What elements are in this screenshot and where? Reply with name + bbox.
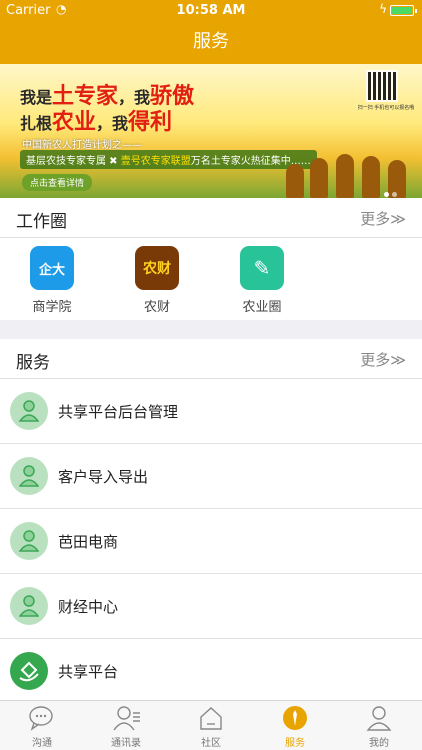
list-item[interactable]: 芭田电商 (0, 509, 422, 574)
banner-line-2: 扎根农业，我得利 (20, 110, 173, 135)
list-item[interactable]: 共享平台 (0, 639, 422, 704)
tab-label: 我的 (369, 738, 389, 749)
banner-cta-button[interactable]: 点击查看详情 (22, 174, 93, 191)
tab-label: 服务 (285, 738, 305, 749)
service-icon (282, 705, 308, 731)
carousel-indicator[interactable] (384, 182, 400, 198)
tab-service[interactable]: 服务 (265, 705, 325, 749)
note-edit-icon: ✎ (240, 246, 284, 290)
services-header: 服务 更多≫ (0, 339, 422, 379)
tab-community[interactable]: 社区 (181, 705, 241, 749)
grid-item-label: 农财 (143, 300, 170, 315)
user-avatar-icon (10, 457, 48, 495)
grid-item-label: 商学院 (32, 300, 72, 315)
business-school-icon: 企大 (30, 246, 74, 290)
list-item[interactable]: 共享平台后台管理 (0, 379, 422, 444)
promo-banner[interactable]: 我是土专家，我骄傲 扎根农业，我得利 中国新农人打造计划之—— 基层农技专家专属… (0, 64, 422, 198)
grid-item-agri-circle[interactable]: ✎ 农业圈 (227, 246, 297, 315)
list-item-label: 共享平台 (58, 663, 119, 681)
list-item[interactable]: 客户导入导出 (0, 444, 422, 509)
profile-icon (366, 705, 392, 731)
services-title: 服务 (16, 353, 50, 373)
tab-bar: 沟通 通讯录 社区 服务 我的 (0, 700, 422, 750)
status-time: 10:58 AM (176, 3, 246, 18)
user-avatar-icon (10, 587, 48, 625)
contacts-icon (113, 705, 140, 731)
charging-icon: ϟ (379, 2, 387, 16)
community-icon (198, 705, 224, 731)
grid-item-business-school[interactable]: 企大 商学院 (17, 246, 87, 315)
work-circle-more-link[interactable]: 更多≫ (360, 208, 406, 229)
list-item-label: 共享平台后台管理 (58, 403, 179, 421)
tab-label: 沟通 (32, 738, 52, 749)
qr-caption: 扫一扫 手机也可以报名哦 (357, 105, 415, 111)
list-item-label: 客户导入导出 (58, 468, 149, 486)
banner-line-4: 基层农技专家专属 ✖ 壹号农专家联盟万名土专家火热征集中…… (20, 150, 317, 169)
share-platform-icon (10, 652, 48, 690)
tab-label: 通讯录 (111, 738, 141, 749)
banner-line-3: 中国新农人打造计划之—— (22, 140, 142, 151)
tab-chat[interactable]: 沟通 (12, 705, 72, 749)
nongcai-icon: 农财 (135, 246, 179, 290)
tab-label: 社区 (201, 738, 221, 749)
work-circle-title: 工作圈 (16, 212, 67, 232)
grid-item-label: 农业圈 (242, 300, 282, 315)
services-more-link[interactable]: 更多≫ (360, 349, 406, 370)
page-title: 服务 (193, 31, 229, 52)
list-item-label: 财经中心 (58, 598, 119, 616)
user-avatar-icon (10, 392, 48, 430)
status-bar: Carrier ◔ 10:58 AM ϟ (0, 0, 422, 20)
farmer-silhouettes-image (280, 154, 422, 198)
services-list: 共享平台后台管理 客户导入导出 芭田电商 财经中心 共享平台 (0, 379, 422, 704)
list-item-label: 芭田电商 (58, 533, 119, 551)
chat-icon (29, 705, 55, 731)
tab-profile[interactable]: 我的 (349, 705, 409, 749)
list-item[interactable]: 财经中心 (0, 574, 422, 639)
nav-bar: 服务 (0, 20, 422, 64)
battery-icon (390, 5, 417, 16)
qr-code-icon (366, 70, 398, 102)
work-circle-grid: 企大 商学院 农财 农财 ✎ 农业圈 (0, 238, 422, 320)
grid-item-nongcai[interactable]: 农财 农财 (122, 246, 192, 315)
user-avatar-icon (10, 522, 48, 560)
work-circle-header: 工作圈 更多≫ (0, 198, 422, 238)
tab-contacts[interactable]: 通讯录 (96, 705, 156, 749)
